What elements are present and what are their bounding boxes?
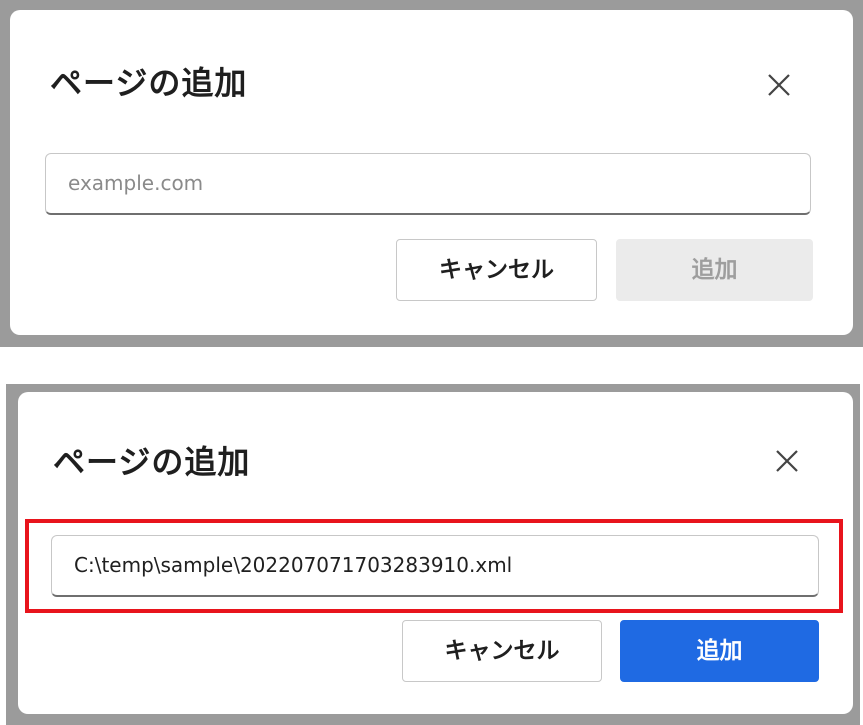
cancel-button[interactable]: キャンセル (402, 620, 602, 682)
cancel-button[interactable]: キャンセル (396, 239, 597, 301)
add-button[interactable]: 追加 (620, 620, 819, 682)
url-input-value: C:\temp\sample\20220707170328391​0.xml (74, 553, 513, 577)
add-page-dialog-empty: ページの追加 example.com キャンセル 追加 (10, 10, 853, 335)
url-input[interactable]: C:\temp\sample\20220707170328391​0.xml (51, 535, 819, 597)
dialog-title: ページの追加 (53, 443, 251, 481)
url-input-placeholder: example.com (68, 171, 204, 195)
add-page-dialog-filled: ページの追加 C:\temp\sample\20220707170328391​… (18, 392, 853, 714)
close-icon[interactable] (770, 444, 804, 478)
close-icon[interactable] (762, 68, 796, 102)
dialog-title: ページの追加 (50, 64, 248, 102)
add-button[interactable]: 追加 (616, 239, 813, 301)
url-input[interactable]: example.com (45, 153, 811, 215)
